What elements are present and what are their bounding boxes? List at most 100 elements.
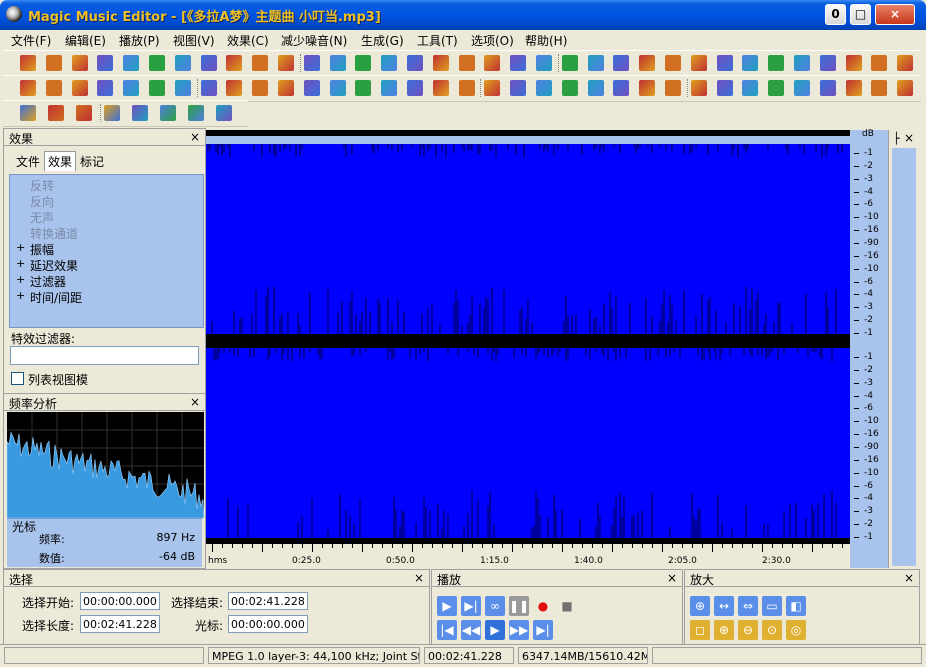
- toolbar-tool-icon[interactable]: [20, 105, 36, 121]
- toolbar-tool-icon[interactable]: [742, 80, 759, 96]
- toolbar-tool-icon[interactable]: [329, 55, 346, 71]
- selection-length-field[interactable]: 00:02:41.228: [80, 615, 160, 633]
- toolbar-tool-icon[interactable]: [104, 105, 120, 121]
- toolbar-tool-icon[interactable]: [561, 80, 578, 96]
- close-button[interactable]: ×: [875, 4, 915, 25]
- toolbar-tool-icon[interactable]: [45, 80, 62, 96]
- side-panel-close-icon[interactable]: ×: [904, 131, 914, 145]
- menu-noise-reduction[interactable]: 减少噪音(N): [281, 32, 347, 49]
- toolbar-tool-icon[interactable]: [819, 80, 836, 96]
- loop-icon[interactable]: ∞: [485, 596, 505, 616]
- play-icon[interactable]: ▶: [437, 596, 457, 616]
- toolbar-tool-icon[interactable]: [252, 80, 269, 96]
- frequency-panel-close-icon[interactable]: ×: [190, 395, 200, 409]
- toolbar-tool-icon[interactable]: [200, 55, 217, 71]
- toolbar-tool-icon[interactable]: [665, 55, 681, 71]
- fast-forward-icon[interactable]: ▶▶: [509, 620, 529, 640]
- toolbar-tool-icon[interactable]: [716, 55, 733, 71]
- toolbar-tool-icon[interactable]: [132, 105, 148, 121]
- toolbar-tool-icon[interactable]: [71, 80, 88, 96]
- tree-item-delay-effects[interactable]: 延迟效果: [30, 257, 78, 274]
- toolbar-tool-icon[interactable]: [665, 80, 681, 96]
- record-icon[interactable]: ●: [533, 596, 553, 616]
- toolbar-tool-icon[interactable]: [484, 80, 501, 96]
- zoom-in-icon[interactable]: ⊕: [690, 596, 710, 616]
- toolbar-tool-icon[interactable]: [794, 80, 810, 96]
- zoom-in-vertical-icon[interactable]: ⊕: [714, 620, 734, 640]
- menu-effects[interactable]: 效果(C): [227, 32, 269, 49]
- toolbar-tool-icon[interactable]: [768, 55, 785, 71]
- stop-icon[interactable]: ■: [557, 596, 577, 616]
- toolbar-tool-icon[interactable]: [432, 55, 449, 71]
- toolbar-tool-icon[interactable]: [123, 80, 140, 96]
- waveform-channel-right[interactable]: [206, 348, 850, 538]
- toolbar-tool-icon[interactable]: [355, 55, 372, 71]
- tree-item-filters[interactable]: 过滤器: [30, 273, 66, 290]
- toolbar-tool-icon[interactable]: [278, 55, 294, 71]
- zoom-window-icon[interactable]: ◻: [690, 620, 710, 640]
- zoom-reset-icon[interactable]: ⊙: [762, 620, 782, 640]
- toolbar-tool-icon[interactable]: [188, 105, 204, 121]
- selection-start-field[interactable]: 00:00:00.000: [80, 592, 160, 610]
- toolbar-tool-icon[interactable]: [174, 55, 191, 71]
- toolbar-tool-icon[interactable]: [123, 55, 140, 71]
- zoom-full-icon[interactable]: ◧: [786, 596, 806, 616]
- expand-icon[interactable]: +: [16, 241, 25, 254]
- pause-icon[interactable]: ❚❚: [509, 596, 529, 616]
- toolbar-grip[interactable]: [196, 79, 201, 97]
- toolbar-tool-icon[interactable]: [20, 55, 36, 71]
- toolbar-tool-icon[interactable]: [407, 55, 423, 71]
- toolbar-tool-icon[interactable]: [845, 80, 862, 96]
- tree-item-time-pitch[interactable]: 时间/间距: [30, 289, 82, 306]
- toolbar-tool-icon[interactable]: [97, 55, 114, 71]
- toolbar-tool-icon[interactable]: [76, 105, 92, 121]
- toolbar-tool-icon[interactable]: [536, 55, 552, 71]
- toolbar-tool-icon[interactable]: [48, 105, 64, 121]
- tab-markers[interactable]: 标记: [76, 153, 108, 171]
- toolbar-tool-icon[interactable]: [71, 55, 88, 71]
- toolbar-tool-icon[interactable]: [794, 55, 810, 71]
- play-circle-icon[interactable]: ▶: [485, 620, 505, 640]
- zoom-selection-icon[interactable]: ▭: [762, 596, 782, 616]
- cursor-position-field[interactable]: 00:00:00.000: [228, 615, 308, 633]
- list-view-checkbox[interactable]: [11, 372, 24, 385]
- menu-help[interactable]: 帮助(H): [525, 32, 567, 49]
- toolbar-tool-icon[interactable]: [20, 80, 36, 96]
- toolbar-tool-icon[interactable]: [432, 80, 449, 96]
- expand-icon[interactable]: +: [16, 289, 25, 302]
- toolbar-tool-icon[interactable]: [897, 55, 914, 71]
- toolbar-tool-icon[interactable]: [303, 55, 320, 71]
- zoom-all-icon[interactable]: ◎: [786, 620, 806, 640]
- tree-item-invert[interactable]: 反转: [30, 177, 54, 194]
- menu-generate[interactable]: 生成(G): [361, 32, 404, 49]
- toolbar-tool-icon[interactable]: [200, 80, 217, 96]
- toolbar-tool-icon[interactable]: [329, 80, 346, 96]
- toolbar-tool-icon[interactable]: [226, 80, 243, 96]
- expand-icon[interactable]: +: [16, 257, 25, 270]
- toolbar-tool-icon[interactable]: [716, 80, 733, 96]
- tree-item-convert-channel[interactable]: 转换通道: [30, 225, 78, 242]
- toolbar-tool-icon[interactable]: [510, 55, 527, 71]
- menu-edit[interactable]: 编辑(E): [65, 32, 106, 49]
- toolbar-tool-icon[interactable]: [561, 55, 578, 71]
- toolbar-tool-icon[interactable]: [587, 55, 604, 71]
- tree-item-reverse[interactable]: 反向: [30, 193, 54, 210]
- toolbar-tool-icon[interactable]: [278, 80, 294, 96]
- go-end-icon[interactable]: ▶|: [533, 620, 553, 640]
- toolbar-tool-icon[interactable]: [381, 55, 398, 71]
- selection-panel-close-icon[interactable]: ×: [414, 571, 424, 585]
- toolbar-tool-icon[interactable]: [252, 55, 269, 71]
- toolbar-tool-icon[interactable]: [690, 55, 707, 71]
- toolbar-tool-icon[interactable]: [303, 80, 320, 96]
- toolbar-tool-icon[interactable]: [639, 80, 656, 96]
- toolbar-tool-icon[interactable]: [216, 105, 232, 121]
- zoom-fit-icon[interactable]: ⇔: [738, 596, 758, 616]
- menu-file[interactable]: 文件(F): [11, 32, 51, 49]
- effects-panel-close-icon[interactable]: ×: [190, 130, 200, 144]
- menu-play[interactable]: 播放(P): [119, 32, 160, 49]
- zoom-horizontal-icon[interactable]: ↔: [714, 596, 734, 616]
- go-start-icon[interactable]: |◀: [437, 620, 457, 640]
- menu-options[interactable]: 选项(O): [471, 32, 514, 49]
- toolbar-tool-icon[interactable]: [510, 80, 527, 96]
- maximize-button[interactable]: □: [850, 4, 871, 25]
